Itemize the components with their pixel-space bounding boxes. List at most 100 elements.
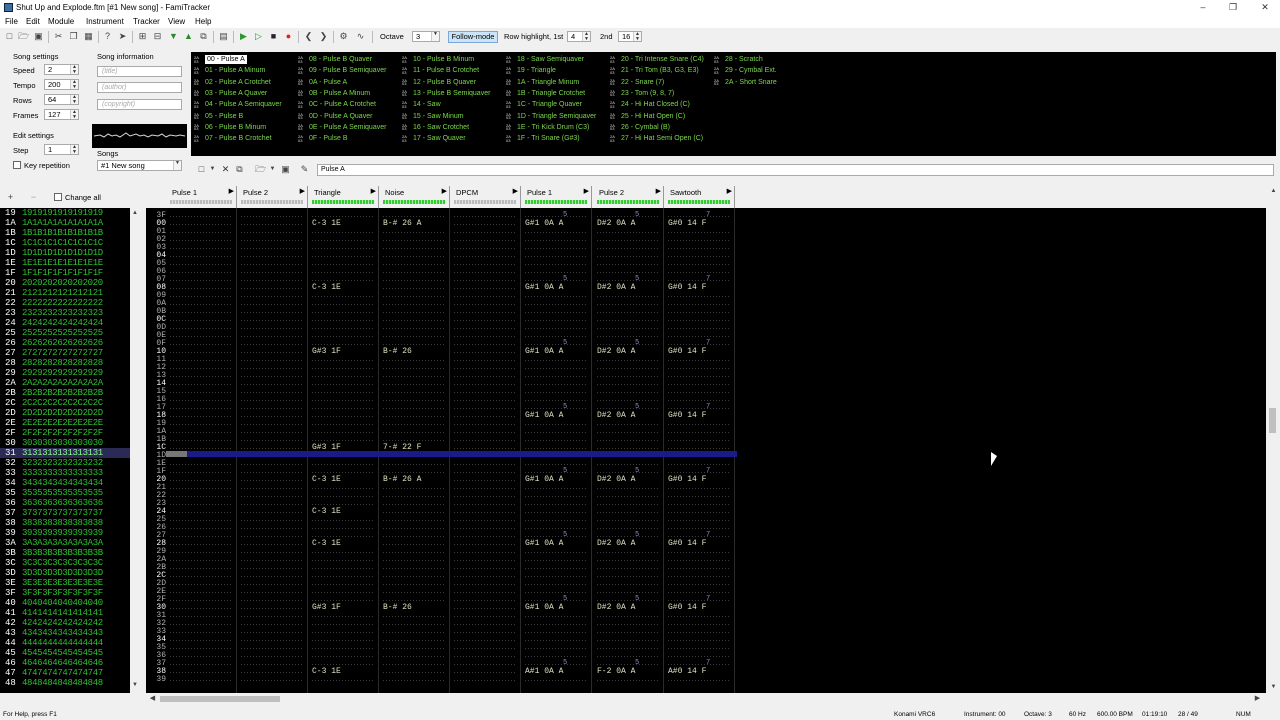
instrument-item[interactable]: 2A - Short Snare [725,78,777,87]
instrument-item[interactable]: 15 - Saw Minum [413,112,464,121]
frame-row[interactable]: 38 3838383838383838 [0,518,130,528]
follow-mode-button[interactable]: Follow-mode [448,31,498,43]
frame-row[interactable]: 1E 1E1E1E1E1E1E1E1E [0,258,130,268]
frame-row[interactable]: 48 4848484848484848 [0,678,130,688]
instrument-item[interactable]: 1F - Tri Snare (G#3) [517,134,580,143]
scroll-thumb[interactable] [1269,408,1276,433]
channel-header[interactable]: Pulse 2 ▶ [593,186,664,208]
instrument-item[interactable]: 23 - Tom (9, 8, 7) [621,89,674,98]
menu-view[interactable]: View [168,17,185,26]
menu-module[interactable]: Module [48,17,74,26]
clone-instrument-icon[interactable]: ⧉ [234,164,245,175]
frame-row[interactable]: 46 4646464646464646 [0,658,130,668]
speed-spin[interactable]: 2 ▲ ▼ [44,64,79,75]
previous-track-icon[interactable]: ❮ [303,31,314,42]
channel-expand-arrow-icon[interactable]: ▶ [229,187,234,195]
minimize-icon[interactable]: – [1188,0,1218,15]
sample-window-icon[interactable]: ∿ [355,31,366,42]
instrument-item[interactable]: 24 - Hi Hat Closed (C) [621,100,690,109]
new-file-icon[interactable]: □ [4,31,15,42]
pattern-note[interactable]: G#1 0A A [525,412,563,420]
frame-row[interactable]: 24 2424242424242424 [0,318,130,328]
pattern-note[interactable]: G#0 14 F [668,220,706,228]
frame-row[interactable]: 1D 1D1D1D1D1D1D1D1D [0,248,130,258]
pattern-note[interactable]: D#2 0A A [597,604,635,612]
frame-row[interactable]: 42 4242424242424242 [0,618,130,628]
pattern-note[interactable]: C-3 1E [312,220,341,228]
song-author-field[interactable]: (author) [97,82,182,93]
move-frame-up-icon[interactable]: ▲ [183,31,194,42]
channel-expand-arrow-icon[interactable]: ▶ [727,187,732,195]
paste-icon[interactable]: ▦ [83,31,94,42]
pattern-note[interactable]: F-2 0A A [597,668,635,676]
pattern-note[interactable]: G#0 14 F [668,348,706,356]
channel-expand-arrow-icon[interactable]: ▶ [300,187,305,195]
key-repetition-checkbox[interactable] [13,161,21,169]
frame-row[interactable]: 3A 3A3A3A3A3A3A3A3A [0,538,130,548]
frame-list[interactable]: 19 1919191919191919 1A 1A1A1A1A1A1A1A1A 1B 1B… [0,208,140,693]
menu-instrument[interactable]: Instrument [86,17,124,26]
pattern-note[interactable]: G#1 0A A [525,220,563,228]
pattern-note[interactable]: G#1 0A A [525,476,563,484]
module-properties-icon[interactable]: ▤ [218,31,229,42]
step-spin[interactable]: 1 ▲ ▼ [44,144,79,155]
insert-frame-icon[interactable]: ⊞ [137,31,148,42]
instrument-item[interactable]: 00 - Pulse A [205,55,247,64]
pattern-note[interactable]: G#1 0A A [525,348,563,356]
pattern-note[interactable]: G#1 0A A [525,284,563,292]
instrument-item[interactable]: 0F - Pulse B [309,134,348,143]
about-icon[interactable]: ? [102,31,113,42]
frame-row[interactable]: 2C 2C2C2C2C2C2C2C2C [0,398,130,408]
frame-row[interactable]: 47 4747474747474747 [0,668,130,678]
pattern-note[interactable]: G#1 0A A [525,540,563,548]
instrument-item[interactable]: 07 - Pulse B Crotchet [205,134,272,143]
rows-spin[interactable]: 64 ▲ ▼ [44,94,79,105]
instrument-item[interactable]: 08 - Pulse B Quaver [309,55,372,64]
instrument-item[interactable]: 25 - Hi Hat Open (C) [621,112,685,121]
instrument-item[interactable]: 19 - Triangle [517,66,556,75]
frame-row[interactable]: 21 2121212121212121 [0,288,130,298]
frame-row[interactable]: 20 2020202020202020 [0,278,130,288]
pattern-note[interactable]: B-# 26 A [383,476,421,484]
channel-expand-arrow-icon[interactable]: ▶ [513,187,518,195]
instrument-item[interactable]: 05 - Pulse B [205,112,243,121]
frame-row[interactable]: 34 3434343434343434 [0,478,130,488]
song-copyright-field[interactable]: (copyright) [97,99,182,110]
duplicate-frame-icon[interactable]: ⧉ [198,31,209,42]
instrument-item[interactable]: 1C - Triangle Quaver [517,100,582,109]
play-loop-icon[interactable]: ▷ [253,31,264,42]
frame-row[interactable]: 45 4545454545454545 [0,648,130,658]
song-title-field[interactable]: (title) [97,66,182,77]
instrument-item[interactable]: 04 - Pulse A Semiquaver [205,100,282,109]
pattern-note[interactable]: D#2 0A A [597,476,635,484]
play-icon[interactable]: ▶ [238,31,249,42]
channel-header[interactable]: Pulse 2 ▶ [237,186,308,208]
new-instrument-icon[interactable]: □ [196,164,207,175]
pattern-note[interactable]: D#2 0A A [597,284,635,292]
pattern-note[interactable]: G#3 1F [312,348,341,356]
move-frame-down-icon[interactable]: ▼ [168,31,179,42]
frame-row[interactable]: 1F 1F1F1F1F1F1F1F1F [0,268,130,278]
instrument-item[interactable]: 0C - Pulse A Crotchet [309,100,376,109]
pattern-note[interactable]: G#0 14 F [668,412,706,420]
frame-row[interactable]: 3E 3E3E3E3E3E3E3E3E [0,578,130,588]
instrument-item[interactable]: 13 - Pulse B Semiquaver [413,89,490,98]
instrument-item[interactable]: 0E - Pulse A Semiquaver [309,123,386,132]
frame-row[interactable]: 2E 2E2E2E2E2E2E2E2E [0,418,130,428]
frame-row[interactable]: 1C 1C1C1C1C1C1C1C1C [0,238,130,248]
row-highlight-2nd-spin[interactable]: 16 ▲ ▼ [618,31,642,42]
pattern-note[interactable]: G#3 1F [312,604,341,612]
pattern-note[interactable]: D#2 0A A [597,412,635,420]
instrument-type-dropdown-icon[interactable]: ▼ [207,164,218,175]
instrument-item[interactable]: 10 - Pulse B Minum [413,55,474,64]
pattern-note[interactable]: D#2 0A A [597,540,635,548]
instrument-item[interactable]: 0B - Pulse A Minum [309,89,370,98]
instrument-item[interactable]: 06 - Pulse B Minum [205,123,266,132]
menu-edit[interactable]: Edit [26,17,40,26]
pattern-note[interactable]: B-# 26 A [383,220,421,228]
instrument-item[interactable]: 14 - Saw [413,100,441,109]
settings-icon[interactable]: ⚙ [338,31,349,42]
frame-row[interactable]: 1A 1A1A1A1A1A1A1A1A [0,218,130,228]
instrument-item[interactable]: 18 - Saw Semiquaver [517,55,584,64]
instrument-item[interactable]: 22 - Snare (7) [621,78,664,87]
